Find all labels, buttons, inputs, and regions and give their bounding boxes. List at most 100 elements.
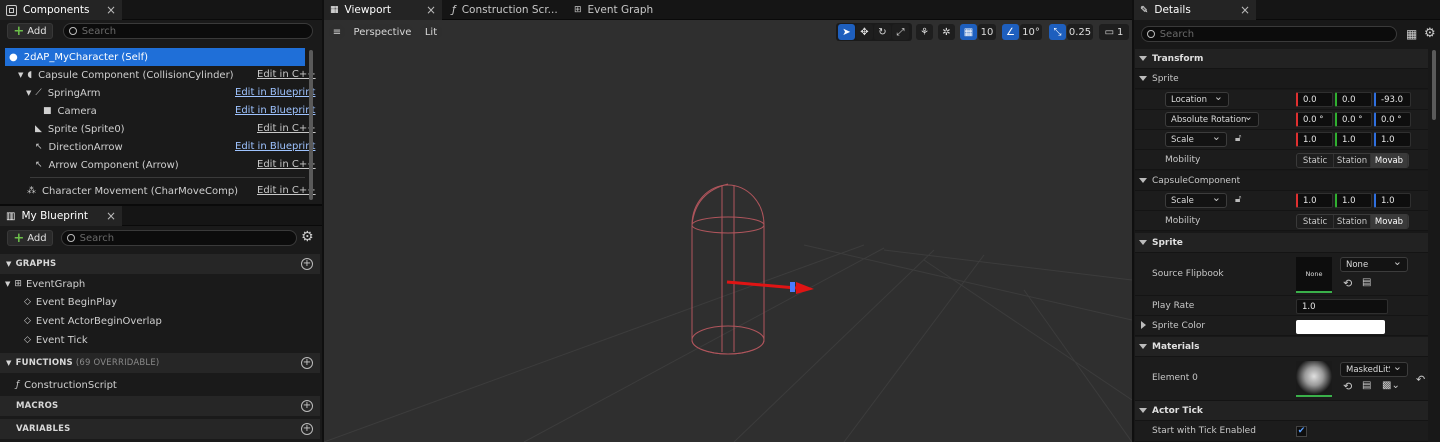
- materials-section[interactable]: Materials: [1135, 337, 1428, 357]
- component-item[interactable]: ↖ DirectionArrow: [35, 138, 123, 156]
- scale-y[interactable]: 1.0: [1335, 132, 1372, 147]
- play-rate-input[interactable]: 1.0: [1296, 299, 1388, 314]
- scale-snap-icon[interactable]: ⤡: [1049, 24, 1066, 40]
- table-view-icon[interactable]: ▦: [1406, 27, 1417, 41]
- location-z[interactable]: -93.0: [1374, 92, 1411, 107]
- close-icon[interactable]: ×: [426, 3, 436, 17]
- material-dropdown[interactable]: MaskedLitS: [1340, 360, 1408, 377]
- rotation-snap-icon[interactable]: ∠: [1002, 24, 1019, 40]
- mobility-stationary[interactable]: Station: [1334, 154, 1371, 167]
- sprite-color-swatch[interactable]: [1296, 320, 1385, 334]
- capsule-scale-x[interactable]: 1.0: [1296, 193, 1333, 208]
- component-item[interactable]: ▼ ◖ Capsule Component (CollisionCylinder…: [18, 66, 234, 84]
- function-item[interactable]: ƒ ConstructionScript: [16, 376, 117, 394]
- rotation-dropdown[interactable]: Absolute Rotation: [1165, 110, 1259, 127]
- start-tick-checkbox[interactable]: ✔: [1296, 426, 1307, 437]
- camera-speed-icon[interactable]: ▭ 1: [1099, 24, 1129, 40]
- graphs-section[interactable]: ▼ GRAPHS: [0, 254, 320, 274]
- gear-icon[interactable]: ⚙: [1424, 26, 1436, 41]
- transform-section[interactable]: Transform: [1135, 49, 1428, 69]
- add-graph-icon[interactable]: +: [301, 258, 313, 270]
- rotation-x[interactable]: 0.0 °: [1296, 112, 1333, 127]
- close-icon[interactable]: ×: [1240, 3, 1250, 17]
- event-item[interactable]: ◇ Event Tick: [24, 331, 88, 349]
- scale-z[interactable]: 1.0: [1374, 132, 1411, 147]
- add-macro-icon[interactable]: +: [301, 400, 313, 412]
- component-item[interactable]: ⁂ Character Movement (CharMoveComp): [27, 182, 238, 200]
- mobility-static[interactable]: Static: [1297, 154, 1334, 167]
- mobility-stationary[interactable]: Station: [1334, 215, 1371, 228]
- reset-arrow-icon[interactable]: ↶: [1416, 373, 1425, 386]
- search-input[interactable]: [79, 232, 296, 244]
- edit-link[interactable]: Edit in C++: [257, 123, 316, 134]
- scrollbar[interactable]: [309, 50, 313, 200]
- browse-back-icon[interactable]: ⟲: [1343, 380, 1352, 393]
- event-item[interactable]: ◇ Event BeginPlay: [24, 293, 117, 311]
- component-item[interactable]: ↖ Arrow Component (Arrow): [35, 156, 179, 174]
- close-icon[interactable]: ×: [106, 209, 116, 223]
- grid-snap-icon[interactable]: ▦: [960, 24, 977, 40]
- tab-construction-script[interactable]: ƒ Construction Scr...: [446, 0, 564, 20]
- tab-viewport[interactable]: ▦ Viewport ×: [324, 0, 442, 20]
- rotation-z[interactable]: 0.0 °: [1374, 112, 1411, 127]
- browse-folder-icon[interactable]: ▤: [1362, 277, 1371, 288]
- functions-section[interactable]: ▼ FUNCTIONS (69 OVERRIDABLE): [0, 353, 320, 373]
- flipbook-thumbnail[interactable]: None: [1296, 257, 1332, 293]
- capsule-scale-z[interactable]: 1.0: [1374, 193, 1411, 208]
- add-component-button[interactable]: + Add: [7, 23, 53, 39]
- lock-icon[interactable]: 🔓︎: [1235, 194, 1241, 205]
- capsule-scale-y[interactable]: 1.0: [1335, 193, 1372, 208]
- capsule-mobility-toggle[interactable]: Static Station Movab: [1296, 214, 1409, 229]
- surface-snap-icon[interactable]: ✲: [938, 24, 955, 40]
- tab-components[interactable]: Components ×: [0, 0, 122, 20]
- rotation-snap-value[interactable]: 10°: [1020, 24, 1042, 40]
- scale-dropdown[interactable]: Scale: [1165, 130, 1227, 147]
- browse-folder-icon[interactable]: ▤: [1362, 380, 1371, 391]
- component-item[interactable]: ▼ ⟋ SpringArm: [26, 84, 101, 102]
- select-tool-icon[interactable]: ➤: [838, 24, 855, 40]
- macros-section[interactable]: MACROS: [0, 396, 320, 416]
- rotate-tool-icon[interactable]: ↻: [874, 24, 891, 40]
- mobility-toggle[interactable]: Static Station Movab: [1296, 153, 1409, 168]
- details-scrollbar[interactable]: [1432, 50, 1436, 120]
- lit-button[interactable]: Lit: [420, 24, 442, 40]
- lock-icon[interactable]: 🔓︎: [1235, 133, 1241, 144]
- sprite-section[interactable]: Sprite: [1135, 233, 1428, 253]
- edit-link[interactable]: Edit in Blueprint: [235, 105, 315, 116]
- checker-icon[interactable]: ▩⌄: [1382, 380, 1400, 391]
- scale-snap-value[interactable]: 0.25: [1067, 24, 1093, 40]
- edit-link[interactable]: Edit in C++: [257, 69, 316, 80]
- mobility-static[interactable]: Static: [1297, 215, 1334, 228]
- scale-tool-icon[interactable]: ⤢: [892, 24, 909, 40]
- add-function-icon[interactable]: +: [301, 357, 313, 369]
- rotation-y[interactable]: 0.0 °: [1335, 112, 1372, 127]
- component-item[interactable]: ◣ Sprite (Sprite0): [35, 120, 125, 138]
- scale-x[interactable]: 1.0: [1296, 132, 1333, 147]
- viewport-menu-button[interactable]: ≡: [329, 24, 345, 40]
- gear-icon[interactable]: ⚙: [301, 229, 314, 245]
- component-item[interactable]: ■ Camera: [43, 102, 97, 120]
- components-search[interactable]: [63, 23, 313, 39]
- tab-my-blueprint[interactable]: ▥ My Blueprint ×: [0, 206, 122, 226]
- search-input[interactable]: [81, 25, 312, 37]
- capsule-scale-dropdown[interactable]: Scale: [1165, 191, 1227, 208]
- actor-tick-section[interactable]: Actor Tick: [1135, 401, 1428, 421]
- location-x[interactable]: 0.0: [1296, 92, 1333, 107]
- perspective-button[interactable]: Perspective: [352, 24, 413, 40]
- translate-tool-icon[interactable]: ✥: [856, 24, 873, 40]
- sprite-group[interactable]: Sprite: [1135, 69, 1428, 89]
- details-search[interactable]: [1141, 26, 1397, 42]
- viewport-canvas[interactable]: [324, 20, 1132, 442]
- flipbook-dropdown[interactable]: None: [1340, 255, 1408, 272]
- material-thumbnail[interactable]: [1296, 361, 1332, 397]
- add-blueprint-button[interactable]: + Add: [7, 230, 53, 246]
- search-input[interactable]: [1159, 28, 1396, 40]
- location-dropdown[interactable]: Location: [1165, 90, 1229, 107]
- tab-event-graph[interactable]: ⊞ Event Graph: [568, 0, 678, 20]
- event-graph-item[interactable]: ▼ ⊞ EventGraph: [5, 275, 85, 293]
- coordinate-space-icon[interactable]: ⚘: [916, 24, 933, 40]
- blueprint-search[interactable]: [61, 230, 297, 246]
- location-y[interactable]: 0.0: [1335, 92, 1372, 107]
- mobility-movable[interactable]: Movab: [1371, 215, 1408, 228]
- tab-details[interactable]: ✎ Details ×: [1134, 0, 1256, 20]
